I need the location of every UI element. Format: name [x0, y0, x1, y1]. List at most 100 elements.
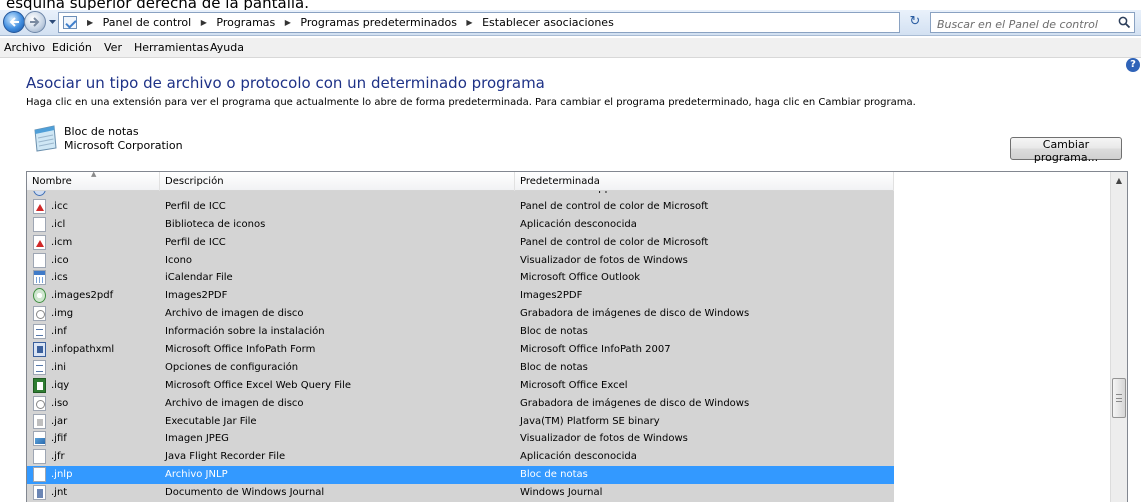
list-rows: .ica Citrix ICA Client Citrix Remote Appli… [27, 191, 1112, 502]
change-program-button[interactable]: Cambiar programa... [1010, 137, 1122, 164]
file-extension: .ica [51, 191, 69, 194]
file-description: Archivo de imagen de disco [165, 308, 304, 320]
menu-archivo[interactable]: Archivo [4, 41, 45, 54]
forward-button[interactable] [24, 11, 46, 33]
file-extension: .ico [51, 254, 69, 266]
default-program: Grabadora de imágenes de disco de Window… [520, 308, 750, 320]
file-extension: .images2pdf [51, 290, 114, 302]
file-description: Microsoft Office InfoPath Form [165, 344, 316, 356]
breadcrumb-programs[interactable]: Programas [216, 16, 275, 29]
refresh-icon[interactable]: ↻ [906, 14, 924, 31]
file-description: Executable Jar File [165, 415, 257, 427]
file-extension: .jfr [51, 451, 65, 463]
file-description: Información sobre la instalación [165, 326, 325, 338]
file-extension: .ics [51, 272, 68, 284]
back-button[interactable] [3, 11, 25, 33]
search-box[interactable] [930, 12, 1135, 34]
table-row[interactable]: .ica Citrix ICA Client Citrix Remote Appli… [27, 191, 894, 198]
table-row[interactable]: .img Archivo de imagen de disco Grabadora … [27, 305, 894, 324]
table-row[interactable]: .jfif Imagen JPEG Visualizador de fotos de… [27, 430, 894, 449]
address-field[interactable]: ▶ Panel de control ▶ Programas ▶ Program… [58, 12, 943, 33]
file-description: Biblioteca de iconos [165, 218, 266, 230]
file-description: Icono [165, 254, 193, 266]
config-file-icon [33, 324, 46, 340]
default-program: Aplicación desconocida [520, 218, 637, 230]
column-header-description[interactable]: Descripción [160, 172, 515, 191]
file-description: Imagen JPEG [165, 433, 229, 445]
grip-icon [1116, 394, 1122, 402]
recent-pages-dropdown-icon[interactable] [48, 17, 57, 26]
file-description: Archivo JNLP [165, 469, 228, 481]
file-description: Perfil de ICC [165, 236, 226, 248]
table-row[interactable]: .inf Información sobre la instalación Bloc… [27, 323, 894, 342]
file-extension: .jar [51, 415, 68, 427]
table-row[interactable]: .icc Perfil de ICC Panel de control de col… [27, 197, 894, 216]
blank-file-icon [33, 449, 46, 465]
disc-image-icon [33, 306, 46, 322]
column-default-label: Predeterminada [520, 176, 600, 187]
table-row[interactable]: .jnt Documento de Windows Journal Windows … [27, 484, 894, 502]
address-bar-area: ▶ Panel de control ▶ Programas ▶ Program… [0, 10, 1141, 36]
menu-ayuda[interactable]: Ayuda [210, 41, 244, 54]
file-extension: .jnt [51, 487, 68, 499]
table-row[interactable]: .ico Icono Visualizador de fotos de Window… [27, 251, 894, 270]
search-input[interactable] [931, 15, 1111, 34]
default-program: Aplicación desconocida [520, 451, 637, 463]
disc-image-icon [33, 395, 46, 411]
breadcrumb-separator-icon[interactable]: ▶ [285, 18, 291, 27]
file-extension: .infopathxml [51, 344, 115, 356]
file-description: Citrix ICA Client [165, 191, 244, 194]
column-header-name[interactable]: Nombre ▲ [27, 172, 160, 191]
column-header-default[interactable]: Predeterminada [515, 172, 894, 191]
menu-ver[interactable]: Ver [104, 41, 122, 54]
file-description: Documento de Windows Journal [165, 487, 325, 499]
table-row[interactable]: .ini Opciones de configuración Bloc de not… [27, 358, 894, 377]
color-profile-icon [33, 198, 46, 214]
table-row[interactable]: .iso Archivo de imagen de disco Grabadora … [27, 394, 894, 413]
scrollbar-thumb[interactable] [1112, 378, 1126, 418]
column-description-label: Descripción [165, 176, 224, 187]
file-description: iCalendar File [165, 272, 233, 284]
excel-query-icon [33, 377, 46, 393]
default-program: Panel de control de color de Microsoft [520, 200, 709, 212]
control-panel-icon [63, 16, 77, 29]
default-program: Images2PDF [520, 290, 583, 302]
default-program: Microsoft Office Excel [520, 379, 628, 391]
default-program: Grabadora de imágenes de disco de Window… [520, 397, 750, 409]
help-icon[interactable]: ? [1126, 58, 1140, 72]
table-row[interactable]: .jnlp Archivo JNLP Bloc de notas [27, 466, 894, 485]
file-extension: .jfif [51, 433, 67, 445]
scroll-up-icon[interactable]: ▲ [1111, 172, 1127, 189]
vertical-scrollbar[interactable]: ▲ [1110, 172, 1127, 502]
breadcrumb-set-associations[interactable]: Establecer asociaciones [482, 16, 614, 29]
back-arrow-icon [9, 17, 19, 27]
breadcrumb-control-panel[interactable]: Panel de control [103, 16, 192, 29]
file-extension: .jnlp [51, 469, 73, 481]
table-row[interactable]: .infopathxml Microsoft Office InfoPath Fo… [27, 341, 894, 359]
file-extension: .img [51, 308, 74, 320]
menu-herramientas[interactable]: Herramientas [134, 41, 209, 54]
table-row[interactable]: .images2pdf Images2PDF Images2PDF [27, 287, 894, 306]
table-row[interactable]: .jfr Java Flight Recorder File Aplicación … [27, 448, 894, 467]
breadcrumb-separator-icon[interactable]: ▶ [87, 18, 93, 27]
file-extension: .icl [51, 218, 66, 230]
table-row[interactable]: .jar Executable Jar File Java(TM) Platform… [27, 412, 894, 431]
file-description: Opciones de configuración [165, 361, 299, 373]
search-icon[interactable] [1118, 16, 1131, 29]
breadcrumb-separator-icon[interactable]: ▶ [201, 18, 207, 27]
menu-bar: Archivo Edición Ver Herramientas Ayuda [0, 38, 1141, 58]
file-description: Images2PDF [165, 290, 228, 302]
file-extension: .iso [51, 397, 69, 409]
file-extension: .inf [51, 326, 67, 338]
breadcrumb-default-programs[interactable]: Programas predeterminados [300, 16, 457, 29]
table-row[interactable]: .ics iCalendar File Microsoft Office Outlo… [27, 269, 894, 288]
menu-edicion[interactable]: Edición [52, 41, 92, 54]
file-extension: .ini [51, 361, 67, 373]
default-program: Bloc de notas [520, 326, 588, 338]
breadcrumb-separator-icon[interactable]: ▶ [466, 18, 472, 27]
default-program: Visualizador de fotos de Windows [520, 433, 688, 445]
table-row[interactable]: .icl Biblioteca de iconos Aplicación desco… [27, 215, 894, 234]
file-description: Archivo de imagen de disco [165, 397, 304, 409]
table-row[interactable]: .icm Perfil de ICC Panel de control de col… [27, 233, 894, 252]
table-row[interactable]: .iqy Microsoft Office Excel Web Query Fil… [27, 376, 894, 395]
